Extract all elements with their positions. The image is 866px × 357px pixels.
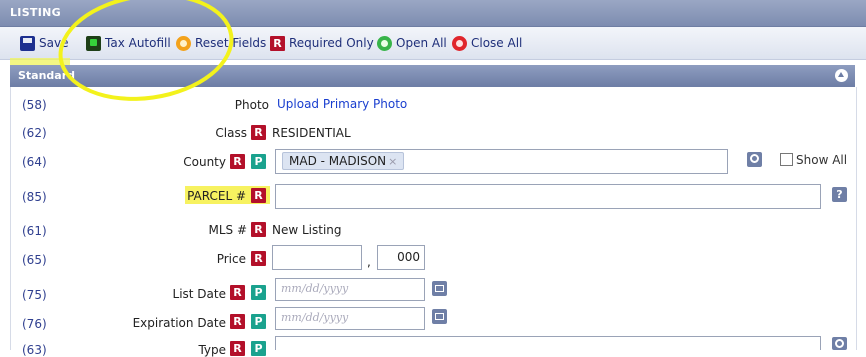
price-suffix: 000 <box>397 250 420 264</box>
required-badge: R <box>251 125 266 140</box>
required-badge: R <box>251 251 266 266</box>
section-title: Standard <box>18 69 76 82</box>
price-separator: , <box>367 255 371 269</box>
price-input[interactable] <box>272 245 362 270</box>
save-label: Save <box>39 36 69 50</box>
reset-icon <box>176 35 191 51</box>
save-icon <box>20 35 35 51</box>
section-header-standard[interactable]: Standard <box>10 65 855 87</box>
list-date-placeholder: mm/dd/yyyy <box>281 282 349 295</box>
toolbar: Save Tax Autofill Reset Fields R Require… <box>0 27 866 84</box>
upload-photo-link[interactable]: Upload Primary Photo <box>277 97 407 111</box>
county-tag-label: MAD - MADISON <box>289 154 387 168</box>
expiration-date-label: Expiration Date <box>132 316 226 330</box>
photo-label: Photo <box>234 98 269 112</box>
close-all-icon <box>452 35 467 51</box>
public-badge: P <box>251 314 266 329</box>
public-badge: P <box>251 154 266 169</box>
list-date-input[interactable]: mm/dd/yyyy <box>275 278 425 301</box>
county-tag[interactable]: MAD - MADISON × <box>282 152 405 170</box>
save-button[interactable]: Save <box>20 34 68 52</box>
expiration-date-input[interactable]: mm/dd/yyyy <box>275 307 425 330</box>
list-date-label: List Date <box>172 287 226 301</box>
show-all-checkbox[interactable] <box>780 153 793 166</box>
type-label: Type <box>198 343 226 357</box>
reset-fields-button[interactable]: Reset Fields <box>176 34 266 52</box>
required-badge: R <box>251 188 266 203</box>
public-badge: P <box>251 341 266 356</box>
required-badge: R <box>230 154 245 169</box>
search-icon[interactable] <box>832 337 847 350</box>
open-all-button[interactable]: Open All <box>377 34 447 52</box>
required-badge: R <box>251 222 266 237</box>
type-input[interactable] <box>275 336 821 350</box>
parcel-input[interactable] <box>275 184 821 209</box>
public-badge: P <box>251 285 266 300</box>
price-thousands-field: 000 <box>377 245 425 270</box>
calendar-icon[interactable] <box>432 309 447 324</box>
search-icon[interactable] <box>747 152 762 167</box>
open-all-icon <box>377 35 392 51</box>
required-only-label: Required Only <box>289 36 374 50</box>
required-only-icon: R <box>270 35 285 51</box>
close-all-label: Close All <box>471 36 523 50</box>
parcel-label: PARCEL # <box>187 189 246 203</box>
close-all-button[interactable]: Close All <box>452 34 522 52</box>
window-title: LISTING <box>10 6 61 19</box>
county-input[interactable]: MAD - MADISON × <box>275 149 728 174</box>
required-badge: R <box>230 285 245 300</box>
collapse-icon[interactable] <box>835 69 848 82</box>
show-all-label: Show All <box>796 153 848 167</box>
required-badge: R <box>230 314 245 329</box>
mls-label: MLS # <box>208 223 247 237</box>
expiration-date-placeholder: mm/dd/yyyy <box>281 311 349 324</box>
tag-remove-icon[interactable]: × <box>388 155 397 168</box>
price-label: Price <box>216 252 246 266</box>
tax-autofill-button[interactable]: Tax Autofill <box>86 34 171 52</box>
window-titlebar: LISTING <box>0 0 866 27</box>
required-only-button[interactable]: R Required Only <box>270 34 374 52</box>
tax-autofill-icon <box>86 35 101 51</box>
county-label: County <box>183 155 226 169</box>
class-value: RESIDENTIAL <box>272 126 351 140</box>
mls-value: New Listing <box>272 223 342 237</box>
class-label: Class <box>215 126 247 140</box>
required-badge: R <box>230 341 245 356</box>
calendar-icon[interactable] <box>432 281 447 296</box>
open-all-label: Open All <box>396 36 447 50</box>
reset-fields-label: Reset Fields <box>195 36 267 50</box>
tax-autofill-label: Tax Autofill <box>105 36 171 50</box>
help-icon[interactable]: ? <box>832 187 847 202</box>
